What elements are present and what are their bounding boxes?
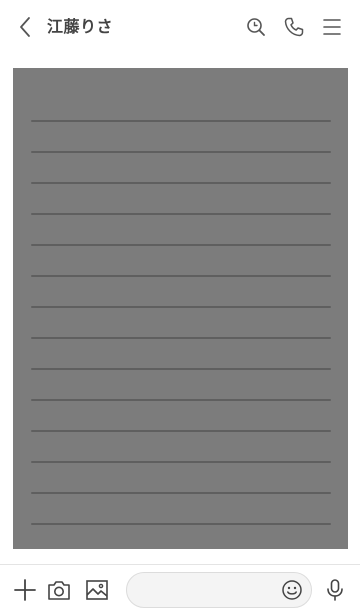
emoji-button[interactable] — [280, 578, 304, 602]
add-button[interactable] — [12, 577, 38, 603]
note-rule-line — [31, 182, 331, 184]
note-rule-line — [31, 492, 331, 494]
note-rule-line — [31, 399, 331, 401]
microphone-icon — [327, 579, 343, 601]
lined-note-panel — [13, 68, 348, 549]
search-button[interactable] — [244, 15, 268, 39]
note-rule-line — [31, 275, 331, 277]
chat-title: 江藤りさ — [47, 17, 114, 36]
voice-button[interactable] — [322, 577, 348, 603]
camera-icon — [48, 581, 70, 600]
camera-button[interactable] — [46, 577, 72, 603]
image-button[interactable] — [84, 577, 110, 603]
note-rule-line — [31, 461, 331, 463]
note-rule-line — [31, 337, 331, 339]
note-rule-line — [31, 523, 331, 525]
phone-icon — [284, 17, 304, 37]
chevron-left-icon — [20, 17, 30, 37]
note-rule-line — [31, 306, 331, 308]
note-rule-line — [31, 151, 331, 153]
emoji-icon — [282, 580, 302, 600]
image-icon — [86, 580, 108, 600]
note-rule-line — [31, 244, 331, 246]
note-rule-line — [31, 213, 331, 215]
note-rule-line — [31, 368, 331, 370]
chat-area — [0, 54, 360, 564]
note-rule-line — [31, 120, 331, 122]
header-bar: 江藤りさ — [0, 0, 360, 54]
call-button[interactable] — [282, 15, 306, 39]
message-toolbar — [0, 564, 360, 616]
plus-icon — [14, 579, 36, 601]
menu-button[interactable] — [320, 15, 344, 39]
hamburger-menu-icon — [323, 19, 341, 35]
search-icon — [247, 18, 265, 36]
chat-screen: 江藤りさ — [0, 0, 360, 616]
note-rule-line — [31, 430, 331, 432]
back-button[interactable] — [14, 15, 38, 39]
